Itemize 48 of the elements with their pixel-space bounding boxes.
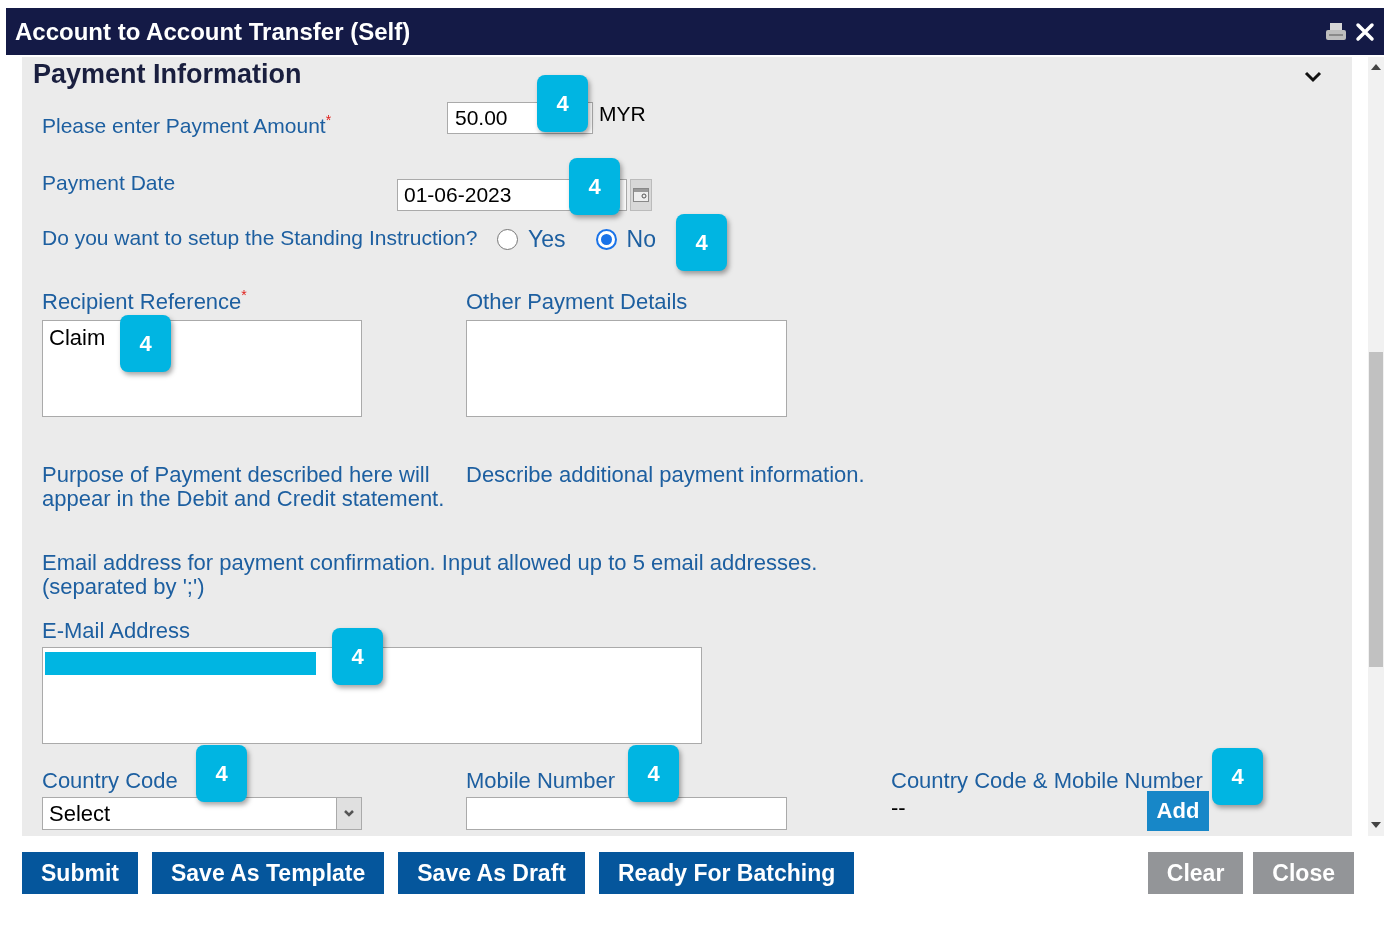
helper-text: Describe additional payment information. (466, 462, 865, 487)
question-label: Do you want to setup the Standing Instruction? (42, 224, 479, 251)
callout-tooltip: 4 (196, 745, 247, 802)
action-button[interactable]: Save As Template (151, 852, 385, 894)
callout-tooltip: 4 (332, 628, 383, 685)
callout-tooltip: 4 (1212, 748, 1263, 805)
callout-tooltip: 4 (676, 214, 727, 271)
scrollbar[interactable] (1368, 57, 1384, 836)
scroll-up-icon[interactable] (1371, 64, 1381, 70)
helper-text: Purpose of Payment described here will appear in the Debit and Credit statement. (42, 462, 446, 511)
helper-text: Email address for payment confirmation. Input allowed up to 5 email addresses. (separated by ';') (42, 550, 819, 599)
action-button[interactable]: Submit (22, 852, 138, 894)
calendar-icon (633, 187, 649, 202)
callout-tooltip: 4 (628, 745, 679, 802)
radio-option[interactable]: Yes (497, 222, 566, 257)
other-details-field[interactable] (466, 319, 787, 417)
caret-icon (343, 809, 355, 817)
field-label: Please enter Payment Amount (42, 113, 326, 139)
field-label: Mobile Number (466, 766, 616, 795)
field-label: Payment Date (42, 169, 176, 196)
field-label: Other Payment Details (466, 287, 688, 316)
currency-label: MYR (599, 101, 646, 127)
window-title: Account to Account Transfer (Self) (15, 16, 412, 47)
print-icon[interactable] (1325, 21, 1347, 42)
field-label: Country Code (42, 766, 178, 795)
callout-tooltip: 4 (569, 158, 620, 215)
action-button[interactable]: Ready For Batching (599, 852, 855, 894)
required-mark: * (241, 285, 247, 303)
callout-tooltip: 4 (120, 315, 171, 372)
add-button[interactable]: Add (1147, 790, 1209, 831)
radio-button[interactable] (595, 229, 617, 250)
close-icon[interactable] (1355, 21, 1375, 42)
chevron-down-icon[interactable] (1304, 71, 1322, 83)
scroll-down-icon[interactable] (1371, 822, 1381, 828)
section-title: Payment Information (33, 57, 303, 91)
callout-tooltip: 4 (537, 75, 588, 132)
field-label: Recipient Reference (42, 287, 242, 316)
radio-button[interactable] (497, 229, 518, 250)
field-label: E-Mail Address (42, 616, 190, 645)
radio-option[interactable]: No (595, 222, 656, 257)
country-code-select[interactable]: Select (42, 796, 362, 830)
email-field[interactable] (42, 646, 702, 744)
scrollbar-thumb[interactable] (1369, 352, 1383, 667)
required-mark: * (325, 111, 332, 128)
mobile-number-value: -- (891, 796, 907, 819)
mobile-number-field[interactable] (466, 796, 787, 830)
calendar-button[interactable] (630, 178, 652, 211)
action-button[interactable]: Save As Draft (398, 852, 585, 894)
